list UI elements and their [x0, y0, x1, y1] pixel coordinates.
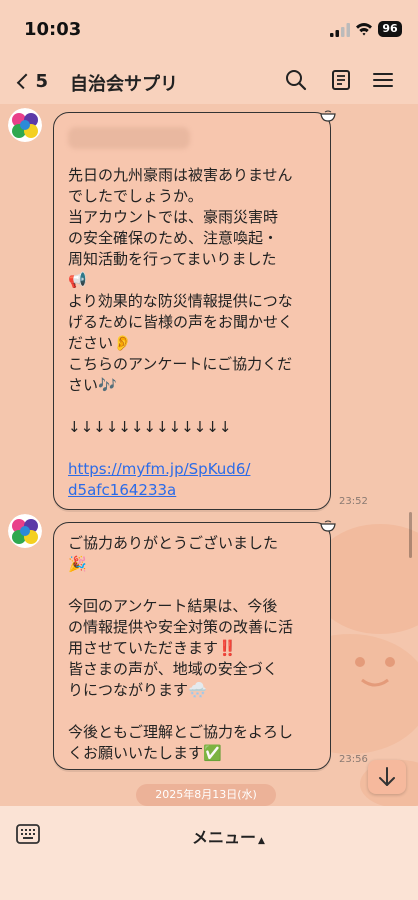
message-line: くお願いいたします✅ — [68, 744, 222, 762]
signal-icon — [330, 23, 350, 37]
chat-area[interactable]: 先日の九州豪雨は被害ありません でしたでしょうか。当アカウントでは、豪雨災害時 の安… — [0, 104, 418, 806]
message-line: の情報提供や安全対策の改善に活 — [68, 618, 294, 636]
message-line: げるために皆様の声をお聞かせく — [68, 313, 294, 331]
message-line: 当アカウントでは、豪雨災害時 — [68, 208, 279, 226]
message-line: 今後ともご理解とご協力をよろし — [68, 723, 294, 741]
blurred-name — [68, 127, 190, 149]
message-line: こちらのアンケートにご協力くだ — [68, 355, 293, 373]
message-line: ご協力ありがとうございました — [68, 534, 279, 552]
message-time: 23:52 — [339, 496, 368, 507]
message-bubble[interactable]: 先日の九州豪雨は被害ありません でしたでしょうか。当アカウントでは、豪雨災害時 の安… — [53, 112, 331, 510]
wifi-icon — [356, 23, 372, 36]
avatar[interactable] — [8, 108, 42, 142]
arrow-down-icon — [379, 767, 395, 786]
message-bubble[interactable]: ご協力ありがとうございました 🎉 今回のアンケート結果は、今後 の情報提供や安全対策の… — [53, 522, 331, 770]
scroll-to-bottom-button[interactable] — [368, 760, 406, 794]
message-line: の安全確保のため、注意喚起・ — [68, 229, 279, 247]
caret-up-icon: ▲ — [258, 836, 265, 846]
search-icon[interactable] — [284, 68, 308, 92]
message-line: 先日の九州豪雨は被害ありません — [68, 166, 293, 184]
bowl-icon — [320, 520, 336, 532]
message-line — [68, 575, 316, 596]
bottom-bar: メニュー ▲ — [0, 806, 418, 900]
message-line: 用させていただきます‼️ — [68, 639, 237, 657]
message-line: ↓↓↓↓↓↓↓↓↓↓↓↓↓ — [68, 418, 232, 436]
chat-title: 自治会サプリ — [70, 74, 178, 95]
message-line: 今回のアンケート結果は、今後 — [68, 597, 278, 615]
menu-label: メニュー — [192, 828, 257, 847]
message-line: より効果的な防災情報提供につな — [68, 292, 293, 310]
message-line — [68, 438, 316, 459]
keyboard-icon[interactable] — [16, 824, 40, 844]
bowl-icon — [320, 110, 336, 122]
chevron-left-icon — [16, 73, 33, 89]
unread-count: 5 — [35, 70, 48, 92]
hamburger-icon[interactable] — [371, 68, 395, 92]
survey-link-continued[interactable]: d5afc164233a — [68, 480, 316, 501]
chat-header: 5 自治会サプリ — [0, 56, 418, 104]
survey-link[interactable]: https://myfm.jp/SpKud6/ — [68, 459, 316, 480]
date-separator: 2025年8月13日(水) — [136, 784, 276, 806]
message-line: 🎉 — [68, 555, 87, 573]
battery-icon: 96 — [378, 21, 402, 37]
avatar[interactable] — [8, 514, 42, 548]
status-time: 10:03 — [24, 19, 82, 40]
message-line: 📢 — [68, 271, 87, 289]
message-text: 先日の九州豪雨は被害ありません でしたでしょうか。当アカウントでは、豪雨災害時 の安… — [68, 165, 316, 459]
message-line: でしたでしょうか。 — [68, 187, 203, 205]
message-line: さい🎶 — [68, 376, 117, 394]
message-text: ご協力ありがとうございました 🎉 今回のアンケート結果は、今後 の情報提供や安全対策の… — [68, 533, 316, 764]
message-line: 皆さまの声が、地域の安全づく — [68, 660, 278, 678]
message-line — [68, 701, 316, 722]
message-time: 23:56 — [339, 754, 368, 765]
menu-button[interactable]: メニュー ▲ — [192, 824, 265, 848]
note-icon[interactable] — [329, 68, 353, 92]
message-line — [68, 396, 316, 417]
status-bar: 10:03 96 — [0, 0, 418, 56]
message-line: 周知活動を行ってまいりました — [68, 250, 277, 268]
scroll-indicator[interactable] — [409, 512, 412, 558]
message-line: ださい👂 — [68, 334, 132, 352]
back-button[interactable]: 5 — [14, 68, 48, 94]
message-line: りにつながります🌨️ — [68, 681, 207, 699]
